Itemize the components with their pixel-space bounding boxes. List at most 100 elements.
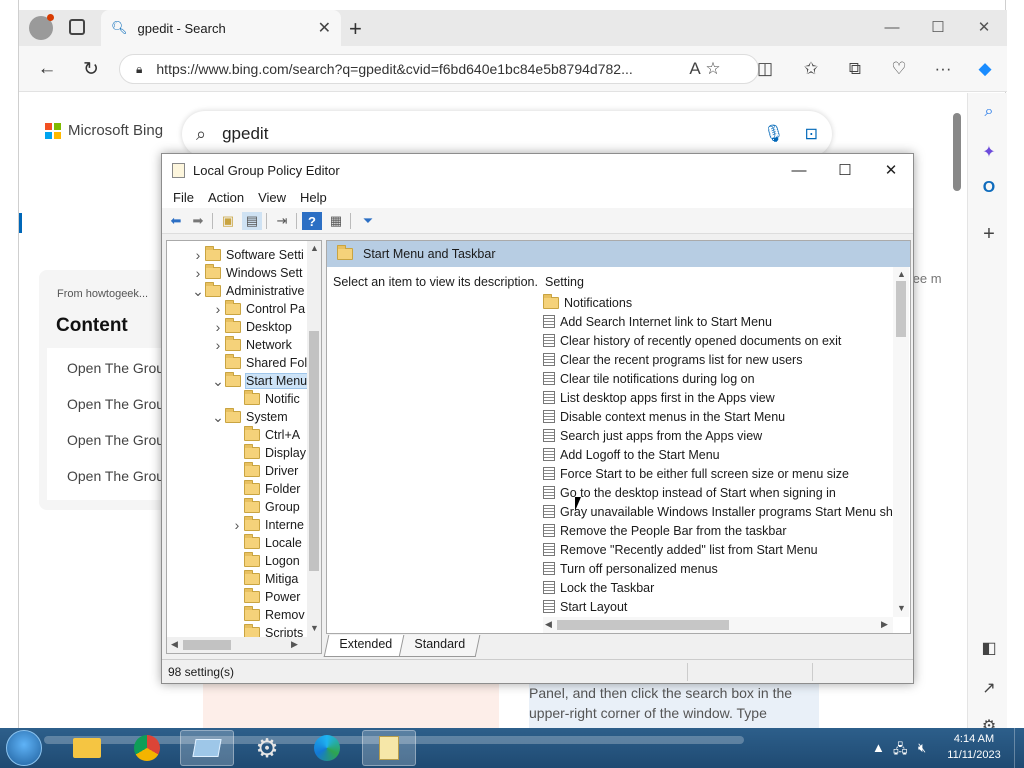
file-explorer-icon[interactable] bbox=[60, 730, 114, 766]
tree-item[interactable]: Display bbox=[230, 444, 306, 462]
menu-view[interactable]: View bbox=[251, 190, 293, 205]
setting-row[interactable]: Notifications bbox=[543, 293, 632, 312]
bing-logo[interactable]: Microsoft Bing bbox=[45, 122, 163, 139]
sidebar-layout-icon[interactable]: ◧ bbox=[978, 637, 1000, 659]
setting-row[interactable]: Clear the recent programs list for new u… bbox=[543, 350, 802, 369]
export-list-icon[interactable]: ⇥ bbox=[272, 212, 292, 230]
properties-icon[interactable]: ▦ bbox=[326, 212, 346, 230]
expand-chevron-icon[interactable]: › bbox=[230, 517, 244, 533]
network-icon[interactable]: 🖧︎ bbox=[893, 740, 908, 762]
bing-search-box[interactable]: ⌕ gpedit 🎙︎ ⊡ bbox=[182, 111, 832, 157]
tree-item[interactable]: › Interne bbox=[230, 516, 304, 534]
setting-row[interactable]: Remove "Recently added" list from Start … bbox=[543, 540, 818, 559]
tree-item[interactable]: Folder bbox=[230, 480, 300, 498]
search-icon[interactable]: ⌕ bbox=[978, 101, 1000, 123]
content-item[interactable]: Open The Grou... bbox=[67, 396, 176, 412]
up-folder-icon[interactable]: ▣ bbox=[218, 212, 238, 230]
split-screen-icon[interactable]: ◫ bbox=[749, 54, 781, 84]
favorites-icon[interactable]: ✩ bbox=[795, 54, 827, 84]
tree-item[interactable]: › Software Setti bbox=[191, 246, 304, 264]
copilot-sidebar-icon[interactable]: ✦ bbox=[978, 141, 1000, 163]
collections-icon[interactable]: ⧉ bbox=[839, 54, 871, 84]
setting-row[interactable]: Clear history of recently opened documen… bbox=[543, 331, 841, 350]
favorite-star-icon[interactable]: ☆ bbox=[697, 54, 729, 84]
expand-chevron-icon[interactable]: › bbox=[191, 247, 205, 263]
tree-item[interactable]: ⌄ Administrative bbox=[191, 282, 305, 300]
microphone-icon[interactable]: 🎙︎ bbox=[763, 124, 785, 144]
tree-item[interactable]: Driver bbox=[230, 462, 298, 480]
tree-item[interactable]: › Windows Sett bbox=[191, 264, 302, 282]
tree-item[interactable]: Remov bbox=[230, 606, 305, 624]
filter-icon[interactable]: ⏷ bbox=[358, 212, 378, 230]
content-item[interactable]: Open The Grou... bbox=[67, 432, 176, 448]
setting-row[interactable]: Disable context menus in the Start Menu bbox=[543, 407, 785, 426]
browser-essentials-icon[interactable]: ♡ bbox=[883, 54, 915, 84]
tree-item[interactable]: ⌄ Start Menu bbox=[211, 372, 309, 390]
page-scrollbar[interactable] bbox=[949, 93, 965, 728]
tree-item[interactable]: Ctrl+A bbox=[230, 426, 300, 444]
tree-item[interactable]: Group bbox=[230, 498, 300, 516]
content-item[interactable]: Open The Grou... bbox=[67, 468, 176, 484]
tab-actions-icon[interactable] bbox=[69, 19, 85, 35]
source-text[interactable]: From howtogeek... bbox=[57, 288, 148, 300]
new-tab-button[interactable]: + bbox=[349, 16, 362, 42]
close-button[interactable]: ✕ bbox=[961, 10, 1007, 44]
minimize-button[interactable]: — bbox=[869, 10, 915, 44]
tree-item[interactable]: Notific bbox=[230, 390, 300, 408]
show-hidden-icons[interactable]: ▲ bbox=[872, 740, 885, 755]
back-arrow-icon[interactable]: ← bbox=[31, 54, 63, 84]
setting-row[interactable]: Lock the Taskbar bbox=[543, 578, 654, 597]
collapse-chevron-icon[interactable]: ⌄ bbox=[211, 409, 225, 426]
tree-item[interactable]: › Control Pa bbox=[211, 300, 305, 318]
setting-row[interactable]: Add Logoff to the Start Menu bbox=[543, 445, 720, 464]
content-item[interactable]: Open The Grou... bbox=[67, 360, 176, 376]
setting-row[interactable]: Clear tile notifications during log on bbox=[543, 369, 755, 388]
setting-row[interactable]: Gray unavailable Windows Installer progr… bbox=[543, 502, 903, 521]
chrome-icon[interactable] bbox=[120, 730, 174, 766]
tab-close-icon[interactable]: ✕ bbox=[318, 18, 331, 38]
show-hide-tree-icon[interactable]: ▤ bbox=[242, 212, 262, 230]
setting-row[interactable]: Search just apps from the Apps view bbox=[543, 426, 762, 445]
tree-item[interactable]: › Desktop bbox=[211, 318, 292, 336]
start-button[interactable] bbox=[6, 730, 42, 766]
search-query[interactable]: gpedit bbox=[222, 124, 763, 144]
refresh-icon[interactable]: ↻ bbox=[75, 54, 107, 84]
settings-gear-icon[interactable]: ⚙ bbox=[240, 730, 294, 766]
tree-vertical-scrollbar[interactable]: ▲ ▼ bbox=[307, 241, 321, 637]
setting-row[interactable]: Force Start to be either full screen siz… bbox=[543, 464, 849, 483]
expand-chevron-icon[interactable]: › bbox=[191, 265, 205, 281]
show-desktop-button[interactable] bbox=[1014, 728, 1024, 768]
notepad-icon[interactable] bbox=[362, 730, 416, 766]
expand-chevron-icon[interactable]: › bbox=[211, 319, 225, 335]
help-icon[interactable]: ? bbox=[302, 212, 322, 230]
expand-chevron-icon[interactable]: › bbox=[211, 337, 225, 353]
collapse-chevron-icon[interactable]: ⌄ bbox=[211, 373, 225, 390]
edge-icon[interactable] bbox=[300, 730, 354, 766]
gpe-close-button[interactable]: ✕ bbox=[868, 154, 914, 186]
tree-item[interactable]: › Network bbox=[211, 336, 292, 354]
setting-row[interactable]: List desktop apps first in the Apps view bbox=[543, 388, 775, 407]
tree-horizontal-scrollbar[interactable]: ◀ ▶ bbox=[167, 637, 321, 653]
forward-arrow-icon[interactable]: ➡ bbox=[188, 212, 208, 230]
back-arrow-icon[interactable]: ⬅ bbox=[166, 212, 186, 230]
taskbar-clock[interactable]: 4:14 AM 11/11/2023 bbox=[940, 731, 1008, 763]
copilot-icon[interactable]: ◆ bbox=[969, 54, 1001, 84]
details-vertical-scrollbar[interactable]: ▲ ▼ bbox=[893, 267, 909, 617]
gpe-minimize-button[interactable]: — bbox=[776, 154, 822, 186]
tree-item[interactable]: Shared Fol bbox=[211, 354, 307, 372]
setting-column-header[interactable]: Setting bbox=[545, 275, 584, 289]
collapse-chevron-icon[interactable]: ⌄ bbox=[191, 283, 205, 300]
setting-row[interactable]: Turn off personalized menus bbox=[543, 559, 718, 578]
volume-muted-icon[interactable]: 🔇︎ bbox=[918, 740, 926, 756]
tab-standard[interactable]: Standard bbox=[398, 635, 480, 657]
remote-desktop-icon[interactable] bbox=[180, 730, 234, 766]
tree-item[interactable]: Locale bbox=[230, 534, 302, 552]
tree-item[interactable]: Logon bbox=[230, 552, 300, 570]
menu-action[interactable]: Action bbox=[201, 190, 251, 205]
maximize-button[interactable]: ☐ bbox=[915, 10, 961, 44]
menu-file[interactable]: File bbox=[166, 190, 201, 205]
outlook-icon[interactable]: O bbox=[978, 177, 1000, 199]
details-horizontal-scrollbar[interactable]: ◀ ▶ bbox=[543, 617, 893, 633]
setting-row[interactable]: Start Layout bbox=[543, 597, 627, 616]
visual-search-icon[interactable]: ⊡ bbox=[805, 124, 818, 144]
